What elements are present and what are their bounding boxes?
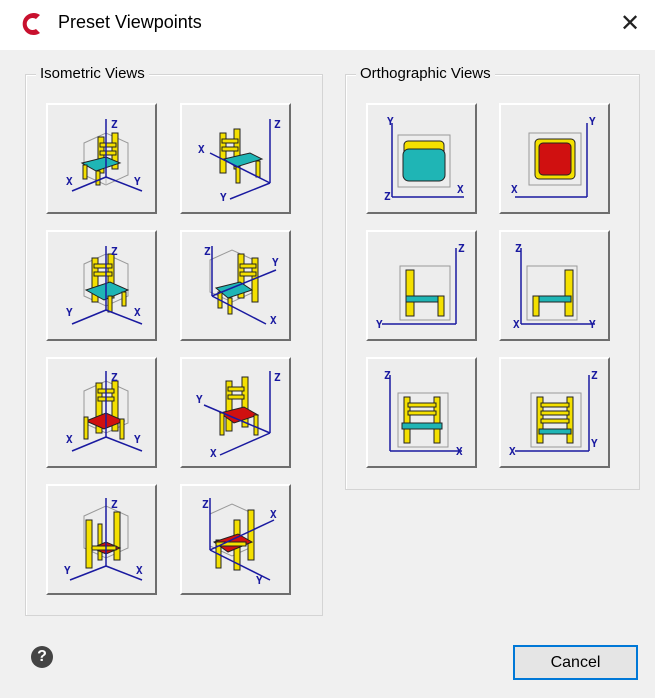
iso-view-7-button[interactable]: Z Y X bbox=[46, 484, 157, 595]
axis-x-label: X bbox=[136, 564, 143, 577]
axis-x-label: X bbox=[270, 314, 277, 327]
axis-x-label: X bbox=[198, 143, 205, 156]
iso-view-1-button[interactable]: Z X Y bbox=[46, 103, 157, 214]
iso-view-8-button[interactable]: Z Y X bbox=[180, 484, 291, 595]
axis-y-label: Y bbox=[387, 115, 394, 128]
axis-z-label: Z bbox=[111, 371, 118, 384]
isometric-views-label: Isometric Views bbox=[36, 65, 149, 82]
right-view-button[interactable]: Z X Y bbox=[499, 230, 610, 341]
chair-iso-below-front-left-icon: Z X Y bbox=[66, 371, 143, 452]
chair-iso-back-left-icon: Z Y X bbox=[66, 245, 143, 325]
axis-z-label: Z bbox=[204, 245, 211, 258]
chair-iso-front-left-icon: Z X Y bbox=[66, 118, 143, 192]
axis-y-label: Y bbox=[591, 437, 598, 450]
axis-y-label: Y bbox=[66, 306, 73, 319]
axis-y-label: Y bbox=[134, 175, 141, 188]
axis-z-label: Z bbox=[202, 498, 209, 511]
axis-x-label: X bbox=[210, 447, 217, 458]
axis-z-label: Z bbox=[384, 190, 391, 203]
axis-y-label: Y bbox=[376, 318, 383, 331]
axis-y-label: Y bbox=[589, 115, 596, 128]
axis-y-label: Y bbox=[220, 191, 227, 204]
chair-top-view-icon: Y Z X bbox=[384, 115, 464, 203]
back-view-button[interactable]: Z X Y bbox=[499, 357, 610, 468]
chair-iso-below-front-right-icon: Z Y X bbox=[196, 371, 281, 458]
axis-z-label: Z bbox=[591, 369, 598, 382]
chair-iso-back-right-icon: Z X Y bbox=[204, 245, 279, 327]
axis-x-label: X bbox=[270, 508, 277, 521]
axis-z-label: Z bbox=[111, 245, 118, 258]
axis-x-label: X bbox=[66, 433, 73, 446]
axis-z-label: Z bbox=[458, 242, 465, 255]
axis-x-label: X bbox=[513, 318, 520, 331]
chair-bottom-view-icon: Y X bbox=[511, 115, 596, 198]
iso-view-6-button[interactable]: Z Y X bbox=[180, 357, 291, 468]
axis-y-label: Y bbox=[196, 393, 203, 406]
axis-z-label: Z bbox=[384, 369, 391, 382]
front-view-button[interactable]: Z X bbox=[366, 357, 477, 468]
title-bar: Preset Viewpoints ✕ bbox=[0, 0, 655, 50]
axis-x-label: X bbox=[456, 445, 463, 458]
chair-iso-below-back-right-icon: Z Y X bbox=[202, 498, 277, 585]
chair-right-view-icon: Z X Y bbox=[513, 242, 596, 331]
top-view-button[interactable]: Y Z X bbox=[366, 103, 477, 214]
chair-front-view-icon: Z X bbox=[384, 369, 463, 458]
axis-z-label: Z bbox=[111, 498, 118, 511]
chair-left-view-icon: Z Y bbox=[376, 242, 465, 331]
iso-view-4-button[interactable]: Z X Y bbox=[180, 230, 291, 341]
axis-x-label: X bbox=[509, 445, 516, 458]
chair-iso-below-back-left-icon: Z Y X bbox=[64, 498, 143, 581]
left-view-button[interactable]: Z Y bbox=[366, 230, 477, 341]
axis-x-label: X bbox=[134, 306, 141, 319]
axis-x-label: X bbox=[511, 183, 518, 196]
orthographic-views-label: Orthographic Views bbox=[356, 65, 495, 82]
axis-z-label: Z bbox=[515, 242, 522, 255]
cancel-button[interactable]: Cancel bbox=[513, 645, 638, 680]
iso-view-5-button[interactable]: Z X Y bbox=[46, 357, 157, 468]
chair-back-view-icon: Z X Y bbox=[509, 369, 598, 458]
axis-z-label: Z bbox=[274, 118, 281, 131]
axis-x-label: X bbox=[457, 183, 464, 196]
iso-view-2-button[interactable]: Z X Y bbox=[180, 103, 291, 214]
axis-z-label: Z bbox=[111, 118, 118, 131]
axis-y-label: Y bbox=[589, 318, 596, 331]
chair-iso-front-right-icon: Z X Y bbox=[198, 118, 281, 204]
axis-y-label: Y bbox=[272, 256, 279, 269]
app-logo-icon bbox=[22, 13, 40, 36]
axis-y-label: Y bbox=[134, 433, 141, 446]
axis-y-label: Y bbox=[64, 564, 71, 577]
axis-x-label: X bbox=[66, 175, 73, 188]
help-icon[interactable]: ? bbox=[31, 646, 53, 668]
window-title: Preset Viewpoints bbox=[58, 12, 202, 32]
iso-view-3-button[interactable]: Z Y X bbox=[46, 230, 157, 341]
bottom-view-button[interactable]: Y X bbox=[499, 103, 610, 214]
close-button[interactable]: ✕ bbox=[616, 10, 644, 38]
axis-z-label: Z bbox=[274, 371, 281, 384]
axis-y-label: Y bbox=[256, 574, 263, 585]
